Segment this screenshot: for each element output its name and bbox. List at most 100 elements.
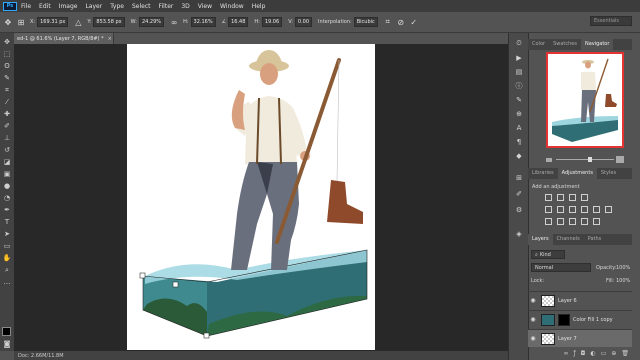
menu-edit[interactable]: Edit [39,3,51,10]
cancel-transform-icon[interactable]: ⊘ [397,18,405,27]
visibility-eye-icon[interactable]: ◉ [528,335,538,342]
v-skew-input[interactable]: 0.00 [294,17,313,27]
interpolation-field[interactable]: Interpolation: Bicubic [318,17,378,27]
shape-tool-icon[interactable]: ▭ [2,241,12,251]
quick-mask-icon[interactable]: ◙ [2,339,12,349]
blur-tool-icon[interactable]: ● [2,181,12,191]
layer-name[interactable]: Layer 7 [558,336,577,342]
menu-select[interactable]: Select [132,3,151,10]
clone-stamp-tool-icon[interactable]: ⊥ [2,133,12,143]
eyedropper-tool-icon[interactable]: ⁄ [2,97,12,107]
move-tool-icon[interactable]: ✥ [2,37,12,47]
healing-brush-tool-icon[interactable]: ✚ [2,109,12,119]
commit-transform-icon[interactable]: ✓ [410,18,418,27]
menu-image[interactable]: Image [59,3,78,10]
channel-mixer-icon[interactable] [605,206,612,213]
menu-file[interactable]: File [21,3,31,10]
photo-filter-icon[interactable] [593,206,600,213]
link-icon[interactable]: ∞ [170,18,178,27]
layer-row-selected[interactable]: ◉ Layer 7 [528,329,632,347]
h-skew-input[interactable]: 19.06 [261,17,283,27]
hand-tool-icon[interactable]: ✋ [2,253,12,263]
x-input[interactable]: 169.31 px [37,17,69,27]
w-input[interactable]: 24.29% [138,17,165,27]
levels-icon[interactable] [557,194,564,201]
menu-help[interactable]: Help [252,3,266,10]
brush-tool-icon[interactable]: ✐ [2,121,12,131]
black-white-icon[interactable] [581,206,588,213]
document-canvas[interactable] [127,44,375,350]
tab-layers[interactable]: Layers [528,234,553,245]
link-layers-icon[interactable]: ∞ [564,350,569,357]
h-skew-field[interactable]: H: 19.06 [254,17,283,27]
warp-icon[interactable]: ⌗ [384,17,392,26]
transform-handle[interactable] [172,281,179,288]
fill-value[interactable]: 100% [616,278,630,284]
3d-icon[interactable]: ◈ [514,229,524,238]
gradient-map-icon[interactable] [581,218,588,225]
workspace-switcher[interactable]: Essentials [590,16,632,26]
tab-swatches[interactable]: Swatches [549,39,581,50]
zoom-out-icon[interactable] [546,158,552,162]
menu-view[interactable]: View [198,3,212,10]
actions-icon[interactable]: ▶ [514,53,524,62]
vibrance-icon[interactable] [545,206,552,213]
zoom-in-icon[interactable] [616,156,624,163]
tab-adjustments[interactable]: Adjustments [557,168,597,179]
posterize-icon[interactable] [557,218,564,225]
new-group-icon[interactable]: ▭ [601,350,607,357]
transform-handle[interactable] [139,272,146,279]
new-adjustment-icon[interactable]: ◐ [590,350,595,357]
marquee-tool-icon[interactable]: ⬚ [2,49,12,59]
new-layer-icon[interactable]: ⊕ [611,350,616,357]
exposure-icon[interactable] [581,194,588,201]
hue-saturation-icon[interactable] [557,206,564,213]
opacity-value[interactable]: 100% [616,265,630,271]
visibility-eye-icon[interactable]: ◉ [528,316,538,323]
curves-icon[interactable] [569,194,576,201]
crop-tool-icon[interactable]: ⌗ [2,85,12,95]
invert-icon[interactable] [545,218,552,225]
layer-filter-select[interactable]: ⌕ Kind [531,250,565,259]
zoom-tool-icon[interactable]: ⌕ [2,265,12,275]
transform-handle[interactable] [203,332,210,339]
delete-layer-icon[interactable]: 🗑 [621,350,629,357]
foreground-color-swatch[interactable] [2,327,11,336]
gradient-tool-icon[interactable]: ▣ [2,169,12,179]
brightness-icon[interactable] [545,194,552,201]
eraser-tool-icon[interactable]: ◪ [2,157,12,167]
history-icon[interactable]: ⏲ [514,39,524,48]
lasso-tool-icon[interactable]: ʘ [2,61,12,71]
tab-color[interactable]: Color [528,39,549,50]
y-position-field[interactable]: Y: 853.58 px [87,17,125,27]
color-balance-icon[interactable] [569,206,576,213]
clone-source-icon[interactable]: ⊕ [514,109,524,118]
angle-field[interactable]: ∠ 16.48 [222,17,249,27]
visibility-eye-icon[interactable]: ◉ [528,297,538,304]
tool-presets-icon[interactable]: ⚙ [514,205,524,214]
layer-row[interactable]: ◉ Color Fill 1 copy [528,310,632,328]
relative-position-icon[interactable]: △ [74,18,82,27]
info-icon[interactable]: ⓘ [514,81,524,90]
zoom-track[interactable] [556,159,614,160]
properties-icon[interactable]: ▤ [514,67,524,76]
menu-layer[interactable]: Layer [85,3,102,10]
history-brush-tool-icon[interactable]: ↺ [2,145,12,155]
path-selection-tool-icon[interactable]: ➤ [2,229,12,239]
navigator-zoom-slider[interactable] [546,156,624,164]
paragraph-icon[interactable]: ¶ [514,137,524,146]
layer-name[interactable]: Color Fill 1 copy [573,317,613,323]
zoom-thumb[interactable] [588,157,592,162]
tab-navigator[interactable]: Navigator [580,39,614,50]
reference-point-icon[interactable]: ⊞ [17,18,25,27]
tab-channels[interactable]: Channels [553,234,584,245]
threshold-icon[interactable] [569,218,576,225]
width-field[interactable]: W: 24.29% [131,17,165,27]
layer-style-icon[interactable]: ƒ [574,350,576,357]
quick-select-tool-icon[interactable]: ✎ [2,73,12,83]
menu-filter[interactable]: Filter [159,3,174,10]
menu-window[interactable]: Window [220,3,244,10]
angle-input[interactable]: 16.48 [228,17,249,27]
tab-styles[interactable]: Styles [597,168,620,179]
type-tool-icon[interactable]: T [2,217,12,227]
